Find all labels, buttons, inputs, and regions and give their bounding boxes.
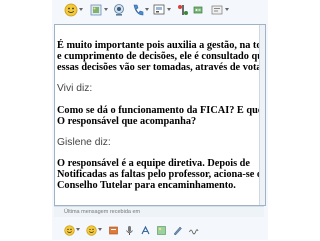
message-line: O responsável é a equipe diretiva. Depoi… xyxy=(57,158,250,170)
wink-dropdown-icon[interactable] xyxy=(98,228,102,231)
activities-icon[interactable] xyxy=(152,3,166,17)
ink-icon[interactable] xyxy=(172,223,183,236)
games-icon[interactable] xyxy=(176,3,190,17)
handwriting-icon[interactable] xyxy=(188,223,199,235)
sender-name: Gislene diz: xyxy=(57,136,111,148)
emoticon-smile-dropdown-icon[interactable] xyxy=(76,228,80,231)
text-style-icon[interactable] xyxy=(140,223,151,235)
top-toolbar xyxy=(52,0,268,22)
background-icon[interactable] xyxy=(156,223,167,235)
conversation-history[interactable]: É muito importante pois auxilia a gestão… xyxy=(54,24,266,206)
emoticon-smile-icon[interactable] xyxy=(64,223,75,236)
voice-clip-icon[interactable] xyxy=(124,223,135,235)
message-line: O responsável que acompanha? xyxy=(57,115,197,127)
message-line: Notificadas as faltas pelo professor, ac… xyxy=(57,169,263,181)
block-icon[interactable] xyxy=(191,3,205,17)
more-options-dropdown-icon[interactable] xyxy=(225,8,229,11)
activities-dropdown-icon[interactable] xyxy=(167,8,171,11)
webcam-icon[interactable] xyxy=(112,3,126,17)
call-dropdown-icon[interactable] xyxy=(145,8,149,11)
nudge-icon[interactable] xyxy=(108,223,119,235)
message-line: Conselho Tutelar para encaminhamento. xyxy=(57,180,236,192)
compose-toolbar xyxy=(52,218,268,240)
more-options-icon[interactable] xyxy=(210,3,224,17)
emoticon-icon[interactable] xyxy=(64,3,78,17)
send-file-icon[interactable] xyxy=(89,3,103,17)
call-icon[interactable] xyxy=(131,3,145,17)
chat-window: É muito importante pois auxilia a gestão… xyxy=(52,0,268,240)
send-file-dropdown-icon[interactable] xyxy=(104,8,108,11)
sender-name: Vivi diz: xyxy=(57,83,93,95)
wink-icon[interactable] xyxy=(86,223,97,236)
last-message-status: Última mensagem recebida em xyxy=(54,206,264,217)
message-line: essas decisões vão ser tomadas, através … xyxy=(57,62,266,73)
emoticon-dropdown-icon[interactable] xyxy=(79,8,83,11)
message-list: É muito importante pois auxilia a gestão… xyxy=(57,40,266,192)
chat-scrollbar[interactable] xyxy=(259,25,265,205)
message-line: e cumprimento de decisões, ele é consult… xyxy=(57,51,266,62)
message-line: Como se dá o funcionamento da FICAI? E q… xyxy=(57,104,266,116)
message-line: É muito importante pois auxilia a gestão… xyxy=(57,40,266,51)
